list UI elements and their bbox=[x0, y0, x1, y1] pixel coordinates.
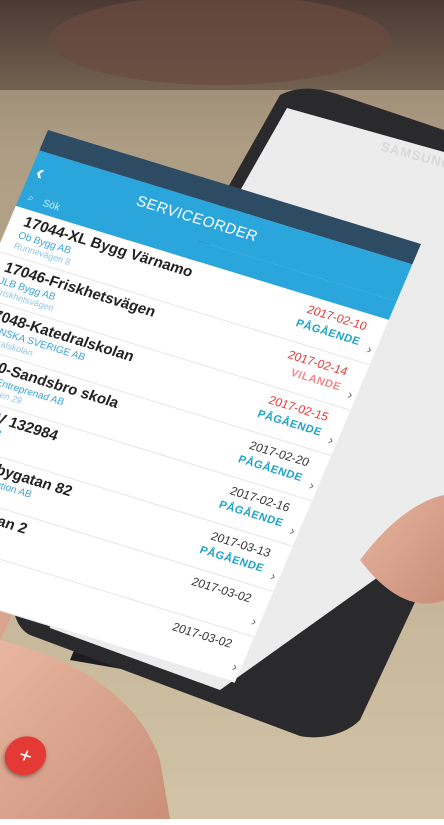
chevron-right-icon: › bbox=[326, 432, 337, 448]
chevron-right-icon: › bbox=[287, 522, 298, 539]
back-arrow-icon[interactable]: ‹ bbox=[32, 160, 49, 186]
chevron-right-icon: › bbox=[364, 341, 375, 357]
chevron-right-icon: › bbox=[306, 477, 317, 493]
chevron-right-icon: › bbox=[345, 386, 356, 403]
search-input[interactable]: Sök bbox=[41, 198, 62, 213]
chevron-right-icon: › bbox=[229, 659, 240, 675]
search-icon: ⌕ bbox=[25, 192, 36, 205]
chevron-right-icon: › bbox=[249, 613, 260, 629]
chevron-right-icon: › bbox=[268, 568, 279, 584]
